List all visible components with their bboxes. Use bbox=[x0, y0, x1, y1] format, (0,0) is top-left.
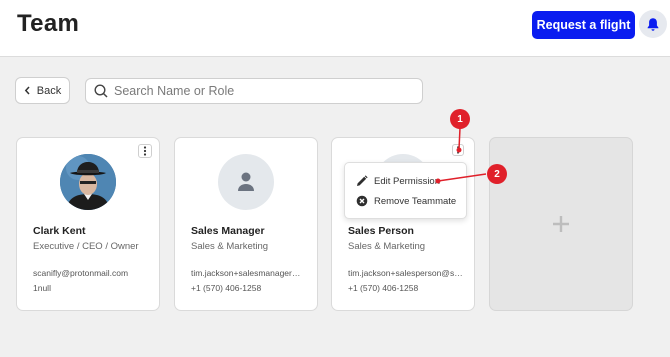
annotation-line-1 bbox=[458, 127, 461, 150]
annotation-line-2 bbox=[437, 173, 487, 182]
annotation-marker-1: 1 bbox=[450, 109, 470, 129]
annotation-overlay bbox=[435, 127, 487, 184]
annotation-dot-2 bbox=[435, 178, 441, 184]
annotation-marker-2: 2 bbox=[487, 164, 507, 184]
annotation-dot-1 bbox=[456, 147, 462, 153]
